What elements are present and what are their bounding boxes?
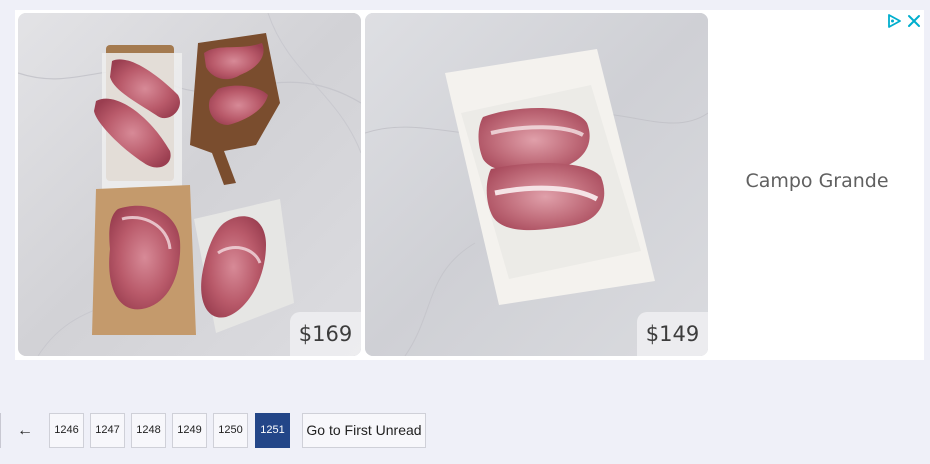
- page-button-1249[interactable]: 1249: [172, 413, 207, 448]
- page-button-1247[interactable]: 1247: [90, 413, 125, 448]
- adchoices-triangle-icon[interactable]: [886, 13, 902, 29]
- previous-page-arrow-icon[interactable]: ←: [8, 413, 42, 448]
- page-button-1250[interactable]: 1250: [213, 413, 248, 448]
- close-x-icon[interactable]: [906, 13, 922, 29]
- ad-product-card[interactable]: $169: [18, 13, 361, 356]
- advertisement: $169 $149 Campo Grande: [15, 10, 924, 360]
- price-tag: $149: [637, 312, 708, 356]
- product-image: [18, 13, 361, 356]
- page-button-current[interactable]: 1251: [255, 413, 290, 448]
- divider: [0, 413, 1, 448]
- advertiser-name[interactable]: Campo Grande: [726, 170, 908, 192]
- product-image: [365, 13, 708, 356]
- ad-product-card[interactable]: $149: [365, 13, 708, 356]
- page-button-1248[interactable]: 1248: [131, 413, 166, 448]
- pagination: ← 1246 1247 1248 1249 1250 1251 Go to Fi…: [0, 413, 930, 448]
- go-to-first-unread-button[interactable]: Go to First Unread: [302, 413, 426, 448]
- price-tag: $169: [290, 312, 361, 356]
- page-button-1246[interactable]: 1246: [49, 413, 84, 448]
